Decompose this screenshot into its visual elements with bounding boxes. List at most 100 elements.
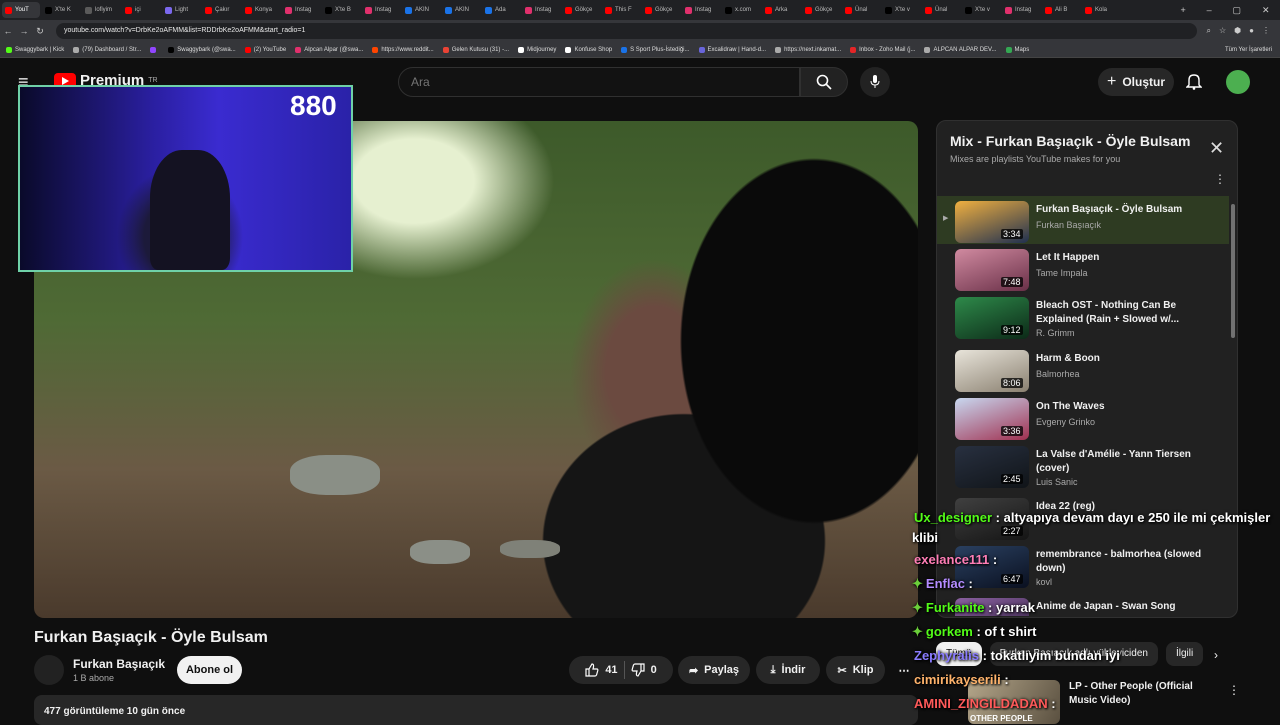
bookmark-label: (2) YouTube xyxy=(253,46,287,53)
browser-tab[interactable]: X'te v xyxy=(962,2,1000,18)
playlist-item[interactable]: 8:06 Harm & Boon Balmorhea xyxy=(937,345,1229,393)
close-playlist-icon[interactable]: ✕ xyxy=(1209,138,1224,159)
browser-tab[interactable]: X'te B xyxy=(322,2,360,18)
tab-favicon-icon xyxy=(5,6,12,14)
address-icons: ⌕ ☆ ⬢ ● ⋮ xyxy=(1197,26,1280,36)
browser-tab[interactable]: Instag xyxy=(522,2,560,18)
subscribe-button[interactable]: Abone ol xyxy=(177,656,242,684)
bookmark-item[interactable]: ALPCAN ALPAR DEV... xyxy=(924,46,997,53)
playlist-scrollbar[interactable] xyxy=(1231,204,1235,338)
bookmark-item[interactable]: S Sport Plus-İstediği... xyxy=(621,46,690,53)
browser-tab[interactable]: Kola xyxy=(1082,2,1120,18)
share-button[interactable]: ➦ Paylaş xyxy=(678,656,750,684)
playlist-item[interactable]: 9:12 Bleach OST - Nothing Can Be Explaine… xyxy=(937,292,1229,340)
region-code: TR xyxy=(148,77,158,84)
playlist-item[interactable]: 3:36 On The Waves Evgeny Grinko xyxy=(937,393,1229,441)
streamer-silhouette xyxy=(150,150,230,270)
bookmark-item[interactable]: Swaggybark (@swa... xyxy=(168,46,236,53)
channel-name[interactable]: Furkan Başıaçık xyxy=(73,657,165,671)
browser-tab[interactable]: Gökçe xyxy=(562,2,600,18)
browser-tab[interactable]: X'te K xyxy=(42,2,80,18)
browser-tab[interactable]: X'te v xyxy=(882,2,920,18)
download-button[interactable]: ⤓ İndir xyxy=(756,656,820,684)
bookmark-item[interactable]: Inbox - Zoho Mail (j... xyxy=(850,46,915,53)
browser-tab[interactable]: Ada xyxy=(482,2,520,18)
browser-tab[interactable]: lofiyim xyxy=(82,2,120,18)
bookmark-favicon-icon xyxy=(518,46,525,53)
close-window-icon[interactable]: ✕ xyxy=(1262,5,1270,16)
bookmark-item[interactable]: https://next.inkamat... xyxy=(775,46,841,53)
tab-favicon-icon xyxy=(1045,6,1052,14)
notifications-bell-icon[interactable] xyxy=(1185,72,1203,93)
clip-button[interactable]: ✂ Klip xyxy=(826,656,885,684)
browser-tab[interactable]: Instag xyxy=(682,2,720,18)
bookmark-item[interactable]: (2) YouTube xyxy=(244,46,287,53)
all-bookmarks-link[interactable]: Tüm Yer İşaretleri xyxy=(1225,47,1280,53)
browser-tab[interactable]: içi xyxy=(122,2,160,18)
tab-label: lofiyim xyxy=(95,7,113,13)
playlist-item-title: Bleach OST - Nothing Can Be Explained (R… xyxy=(1036,300,1180,325)
account-avatar[interactable] xyxy=(1226,70,1250,94)
browser-tab[interactable]: Konya xyxy=(242,2,280,18)
profile-icon[interactable]: ● xyxy=(1249,26,1254,36)
playlist-item-title: Harm & Boon xyxy=(1036,353,1100,364)
bookmark-item[interactable]: Midjourney xyxy=(518,46,556,53)
bookmark-item[interactable]: Swaggybark | Kick xyxy=(6,46,64,53)
bookmark-item[interactable] xyxy=(150,46,159,53)
playlist-item-artist: Balmorhea xyxy=(1036,369,1080,379)
bookmark-label: Alpcan Alpar (@swa... xyxy=(304,46,364,53)
create-button[interactable]: + Oluştur xyxy=(1098,68,1174,96)
browser-tab[interactable]: AKIN xyxy=(402,2,440,18)
browser-tab[interactable]: Instag xyxy=(282,2,320,18)
bookmark-item[interactable]: https://www.reddit... xyxy=(372,46,434,53)
browser-tab[interactable]: Arka xyxy=(762,2,800,18)
chat-message: Zephyralis : tokatlıyım bundan iyi xyxy=(914,648,1120,663)
duration-badge: 3:36 xyxy=(1001,426,1023,436)
bookmark-item[interactable]: Maps xyxy=(1005,46,1029,53)
browser-tab[interactable]: Gökçe xyxy=(642,2,680,18)
playlist-item[interactable]: 2:45 La Valse d'Amélie - Yann Tiersen (co… xyxy=(937,441,1229,489)
browser-tab[interactable]: Çakır xyxy=(202,2,240,18)
back-icon[interactable]: ← xyxy=(0,26,16,36)
like-button[interactable]: 41 xyxy=(585,663,618,677)
minimize-icon[interactable]: – xyxy=(1207,5,1212,15)
zoom-icon[interactable]: ⌕ xyxy=(1207,26,1211,36)
url-field[interactable]: youtube.com/watch?v=DrbKe2oAFMM&list=RDD… xyxy=(56,23,1197,39)
channel-avatar[interactable] xyxy=(34,655,64,685)
bookmark-item[interactable]: (79) Dashboard / Str... xyxy=(73,46,141,53)
playlist-title[interactable]: Mix - Furkan Başıaçık - Öyle Bulsam xyxy=(950,133,1190,149)
browser-tab[interactable]: Instag xyxy=(362,2,400,18)
browser-tab[interactable]: AKIN xyxy=(442,2,480,18)
new-tab-icon[interactable]: + xyxy=(1180,5,1185,15)
playlist-menu-icon[interactable]: ⋮ xyxy=(1214,172,1226,186)
browser-tab[interactable]: This F xyxy=(602,2,640,18)
tab-favicon-icon xyxy=(485,6,492,14)
search-button[interactable] xyxy=(800,67,848,97)
browser-tab[interactable]: YouT xyxy=(2,2,40,18)
dislike-count: 0 xyxy=(650,664,657,676)
browser-tab[interactable]: Ali B xyxy=(1042,2,1080,18)
star-icon[interactable]: ☆ xyxy=(1219,26,1226,36)
browser-tab[interactable]: Instag xyxy=(1002,2,1040,18)
bookmark-item[interactable]: Excalidraw | Hand-d... xyxy=(698,46,766,53)
browser-tab[interactable]: Ünal xyxy=(842,2,880,18)
playlist-item[interactable]: ▶ 3:34 Furkan Başıaçık - Öyle Bulsam Furkan… xyxy=(937,196,1229,244)
forward-icon[interactable]: → xyxy=(16,26,32,36)
bookmark-favicon-icon xyxy=(372,46,379,53)
voice-search-button[interactable] xyxy=(860,67,890,97)
browser-tab[interactable]: Ünal xyxy=(922,2,960,18)
search-input[interactable] xyxy=(398,67,800,97)
playlist-item[interactable]: 7:48 Let It Happen Tame Impala xyxy=(937,244,1229,292)
maximize-icon[interactable]: ▢ xyxy=(1233,5,1242,16)
browser-menu-icon[interactable]: ⋮ xyxy=(1262,26,1270,36)
dislike-button[interactable]: 0 xyxy=(631,663,657,677)
browser-tab[interactable]: Light xyxy=(162,2,200,18)
extensions-icon[interactable]: ⬢ xyxy=(1234,26,1241,36)
bookmark-item[interactable]: Alpcan Alpar (@swa... xyxy=(295,46,364,53)
reload-icon[interactable]: ↻ xyxy=(32,26,48,37)
bookmark-label: Konfuse Shop xyxy=(574,46,613,53)
browser-tab[interactable]: Gökçe xyxy=(802,2,840,18)
bookmark-item[interactable]: Konfuse Shop xyxy=(565,46,613,53)
bookmark-item[interactable]: Gelen Kutusu (31) -... xyxy=(442,46,509,53)
browser-tab[interactable]: x.com xyxy=(722,2,760,18)
